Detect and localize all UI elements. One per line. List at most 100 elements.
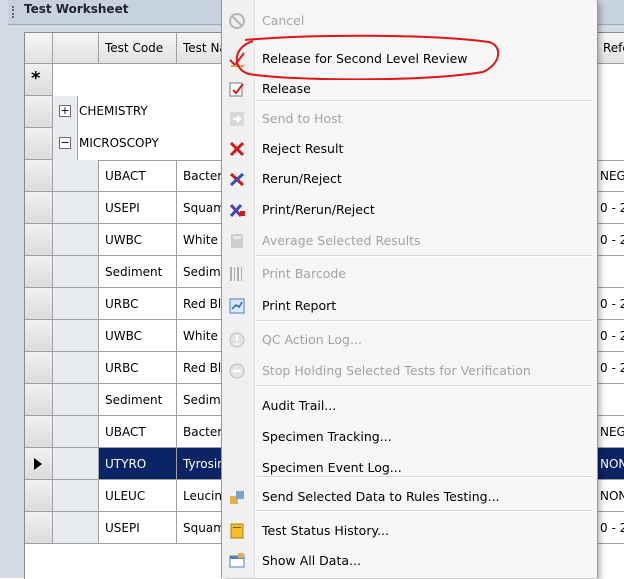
cell-reference[interactable]: 0 - 2	[597, 288, 624, 320]
average-icon	[228, 232, 246, 250]
collapse-icon[interactable]: −	[59, 137, 71, 149]
row-indent	[53, 192, 99, 224]
context-menu: Cancel Release for Second Level Review Rel…	[221, 0, 598, 578]
cell-test-code[interactable]: USEPI	[99, 512, 177, 544]
row-selector[interactable]	[25, 160, 53, 192]
menu-item-label: Send to Host	[262, 111, 343, 126]
row-indent	[53, 256, 99, 288]
cell-reference[interactable]: 0 - 2	[597, 512, 624, 544]
new-row-selector[interactable]: *	[25, 64, 53, 96]
menu-separator	[256, 255, 592, 257]
stop-holding-icon	[228, 362, 246, 380]
menu-item-label: Audit Trail...	[262, 398, 337, 413]
row-selector[interactable]	[25, 384, 53, 416]
row-selector[interactable]	[25, 320, 53, 352]
cell-test-code[interactable]: UWBC	[99, 224, 177, 256]
row-selector[interactable]	[25, 416, 53, 448]
row-selector[interactable]	[25, 256, 53, 288]
menu-item-specimen-tracking[interactable]: Specimen Tracking...	[222, 422, 597, 452]
menu-item-send-to-host[interactable]: Send to Host	[222, 104, 597, 134]
menu-item-label: Average Selected Results	[262, 233, 421, 248]
row-indent	[53, 512, 99, 544]
print-rerun-reject-icon	[228, 201, 246, 219]
menu-item-send-selected-data-to-rules-testing[interactable]: Send Selected Data to Rules Testing...	[222, 482, 597, 512]
cell-reference[interactable]: NON	[597, 448, 624, 480]
menu-item-qc-action-log[interactable]: QC Action Log...	[222, 325, 597, 355]
row-selector[interactable]	[25, 128, 53, 160]
expand-icon[interactable]: +	[59, 105, 71, 117]
menu-item-print-report[interactable]: Print Report	[222, 291, 597, 321]
barcode-icon	[228, 265, 246, 283]
menu-item-print-rerun-reject[interactable]: Print/Rerun/Reject	[222, 195, 597, 225]
grip-handle[interactable]	[12, 6, 20, 18]
menu-item-test-status-history[interactable]: Test Status History...	[222, 516, 597, 546]
menu-item-specimen-event-log[interactable]: Specimen Event Log...	[222, 453, 597, 483]
row-indent	[53, 416, 99, 448]
menu-item-label: Print Report	[262, 298, 337, 313]
status-history-icon	[228, 522, 246, 540]
cell-test-code[interactable]: UTYRO	[99, 448, 177, 480]
cell-reference[interactable]: NEG	[597, 160, 624, 192]
qc-log-icon	[228, 331, 246, 349]
current-row-pointer-icon	[34, 458, 42, 470]
menu-separator	[256, 385, 592, 387]
cell-test-code[interactable]: USEPI	[99, 192, 177, 224]
rerun-reject-icon	[228, 170, 246, 188]
cell-test-code[interactable]: Sediment	[99, 256, 177, 288]
menu-item-average-selected-results[interactable]: Average Selected Results	[222, 226, 597, 256]
cell-reference[interactable]	[597, 384, 624, 416]
release-icon	[228, 80, 246, 98]
worksheet-title-bar: Test Worksheet	[8, 0, 238, 25]
menu-item-stop-holding-selected-tests-for-verification[interactable]: Stop Holding Selected Tests for Verifica…	[222, 356, 597, 386]
cell-reference[interactable]: 0 - 2	[597, 352, 624, 384]
menu-item-label: Rerun/Reject	[262, 171, 342, 186]
row-indent	[53, 224, 99, 256]
menu-item-audit-trail[interactable]: Audit Trail...	[222, 391, 597, 421]
worksheet-title: Test Worksheet	[24, 2, 129, 16]
menu-item-show-all-data[interactable]: Show All Data...	[222, 546, 597, 576]
menu-item-label: Send Selected Data to Rules Testing...	[262, 489, 500, 504]
menu-item-rerun-reject[interactable]: Rerun/Reject	[222, 164, 597, 194]
row-selector[interactable]	[25, 352, 53, 384]
reject-x-icon	[228, 140, 246, 158]
menu-item-label: Stop Holding Selected Tests for Verifica…	[262, 363, 531, 378]
row-selector[interactable]	[25, 96, 53, 128]
cell-reference[interactable]: NEG	[597, 416, 624, 448]
report-icon	[228, 297, 246, 315]
annotation-circle	[235, 34, 499, 80]
menu-item-label: Print Barcode	[262, 266, 346, 281]
row-indent	[53, 320, 99, 352]
cell-test-code[interactable]: ULEUC	[99, 480, 177, 512]
menu-item-label: Cancel	[262, 13, 305, 28]
cell-test-code[interactable]: URBC	[99, 288, 177, 320]
menu-item-cancel[interactable]: Cancel	[222, 6, 597, 36]
row-selector[interactable]	[25, 192, 53, 224]
menu-item-label: Reject Result	[262, 141, 344, 156]
indent-header	[53, 33, 99, 64]
column-header-reference[interactable]: Refe	[597, 33, 624, 64]
menu-item-reject-result[interactable]: Reject Result	[222, 134, 597, 164]
cell-test-code[interactable]: Sediment	[99, 384, 177, 416]
cell-test-code[interactable]: UBACT	[99, 416, 177, 448]
cell-test-code[interactable]: UWBC	[99, 320, 177, 352]
menu-separator	[256, 476, 592, 478]
row-selector[interactable]	[25, 480, 53, 512]
menu-item-print-barcode[interactable]: Print Barcode	[222, 259, 597, 289]
row-selector[interactable]	[25, 288, 53, 320]
row-selector[interactable]	[25, 512, 53, 544]
cell-reference[interactable]: 0 - 2	[597, 224, 624, 256]
cell-reference[interactable]: 0 - 2	[597, 320, 624, 352]
cell-test-code[interactable]: URBC	[99, 352, 177, 384]
cell-reference[interactable]	[597, 256, 624, 288]
cell-reference[interactable]: NON	[597, 480, 624, 512]
cell-test-code[interactable]: UBACT	[99, 160, 177, 192]
menu-separator	[256, 510, 592, 512]
row-indent	[53, 480, 99, 512]
column-header-test-code[interactable]: Test Code	[99, 33, 177, 64]
row-indent	[53, 288, 99, 320]
row-selector[interactable]	[25, 224, 53, 256]
row-indent	[53, 160, 99, 192]
cell-reference[interactable]: 0 - 2	[597, 192, 624, 224]
menu-item-label: Specimen Tracking...	[262, 429, 392, 444]
row-selector[interactable]	[25, 448, 53, 480]
